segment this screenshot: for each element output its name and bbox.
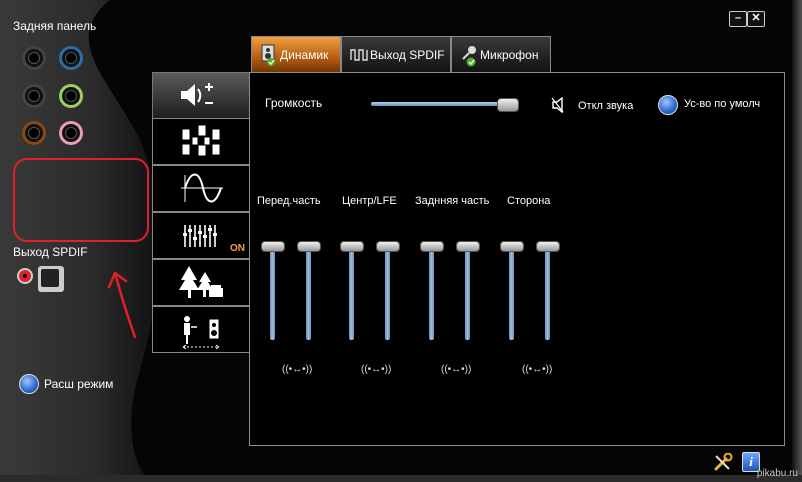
speaker-volume-icon — [181, 83, 213, 106]
link-rear-icon[interactable]: ((•↔•)) — [441, 364, 471, 375]
volume-slider-knob[interactable] — [497, 98, 519, 112]
channel-front-slider-right-track[interactable] — [306, 250, 311, 340]
minimize-button[interactable]: – — [729, 11, 747, 27]
link-center-lfe-icon[interactable]: ((•↔•)) — [361, 364, 391, 375]
tab-microphone[interactable]: Микрофон — [451, 36, 551, 73]
spdif-wave-icon — [350, 44, 368, 66]
room-correction-icon — [182, 316, 220, 350]
jack-black-2[interactable] — [22, 84, 46, 108]
settings-wrench-icon[interactable] — [713, 452, 733, 471]
annotation-frame — [13, 158, 149, 242]
spdif-optical-jack[interactable] — [38, 266, 64, 292]
channel-side-slider-left-track[interactable] — [509, 250, 514, 340]
audio-manager-window: – ✕ Задняя панель Выход SPDIF Расш режим — [0, 0, 802, 482]
channel-center-lfe-label: Центр/LFE — [342, 195, 397, 207]
channel-rear-slider-right-knob[interactable] — [456, 241, 480, 252]
channel-rear-slider-right-track[interactable] — [465, 250, 470, 340]
channel-center-lfe-slider-right-knob[interactable] — [376, 241, 400, 252]
spdif-coax-jack[interactable] — [17, 268, 33, 284]
side-button-environment[interactable] — [152, 259, 250, 306]
channel-front-slider-left-track[interactable] — [270, 250, 275, 340]
volume-slider-track[interactable] — [371, 102, 515, 106]
mute-label[interactable]: Откл звука — [578, 100, 633, 112]
sine-wave-icon — [181, 173, 223, 203]
side-button-equalizer[interactable]: ON — [152, 212, 250, 259]
link-side-icon[interactable]: ((•↔•)) — [522, 364, 552, 375]
channel-front-slider-right-knob[interactable] — [297, 241, 321, 252]
tab-microphone-label: Микрофон — [480, 48, 539, 62]
jack-green[interactable] — [59, 84, 83, 108]
jack-blue[interactable] — [59, 46, 83, 70]
channel-side-slider-right-track[interactable] — [545, 250, 550, 340]
close-button[interactable]: ✕ — [747, 11, 765, 27]
channel-front-slider-left-knob[interactable] — [261, 241, 285, 252]
side-button-volume[interactable] — [152, 72, 250, 119]
tab-spdif-out[interactable]: Выход SPDIF — [341, 36, 451, 73]
annotation-arrow — [107, 271, 137, 339]
channel-center-lfe-slider-left-track[interactable] — [349, 250, 354, 340]
main-panel — [249, 72, 785, 446]
mute-icon[interactable] — [551, 96, 571, 114]
channel-side-slider-right-knob[interactable] — [536, 241, 560, 252]
jack-black-1[interactable] — [22, 46, 46, 70]
microphone-icon — [460, 44, 476, 67]
environment-trees-icon — [179, 266, 223, 298]
link-front-icon[interactable]: ((•↔•)) — [282, 364, 312, 375]
channel-center-lfe-slider-right-track[interactable] — [385, 250, 390, 340]
channel-center-lfe-slider-left-knob[interactable] — [340, 241, 364, 252]
tab-speakers-label: Динамик — [280, 48, 329, 62]
spdif-out-label: Выход SPDIF — [13, 245, 88, 259]
side-button-speaker-config[interactable] — [152, 118, 250, 165]
channel-front-label: Перед.часть — [257, 195, 321, 207]
channel-rear-slider-left-knob[interactable] — [420, 241, 444, 252]
speaker-icon — [260, 44, 276, 66]
side-button-effects[interactable] — [152, 165, 250, 212]
jack-orange[interactable] — [22, 121, 46, 145]
watermark: pikabu.ru — [756, 468, 798, 479]
channel-rear-slider-left-track[interactable] — [429, 250, 434, 340]
channel-side-slider-left-knob[interactable] — [500, 241, 524, 252]
tab-speakers[interactable]: Динамик — [251, 36, 341, 73]
equalizer-on-badge: ON — [230, 243, 245, 254]
tab-spdif-out-label: Выход SPDIF — [370, 48, 445, 62]
side-button-room-correction[interactable] — [152, 306, 250, 353]
jack-pink[interactable] — [59, 121, 83, 145]
channel-side-label: Сторона — [507, 195, 551, 207]
volume-label: Громкость — [265, 96, 323, 110]
default-device-radio[interactable] — [658, 95, 678, 115]
rear-panel-label: Задняя панель — [13, 19, 97, 33]
advanced-mode-radio[interactable] — [19, 374, 39, 394]
channel-rear-label: Заднняя часть — [415, 195, 490, 207]
speaker-array-icon — [181, 124, 221, 157]
advanced-mode-label[interactable]: Расш режим — [44, 377, 113, 391]
default-device-label[interactable]: Ус-во по умолч — [684, 98, 760, 110]
